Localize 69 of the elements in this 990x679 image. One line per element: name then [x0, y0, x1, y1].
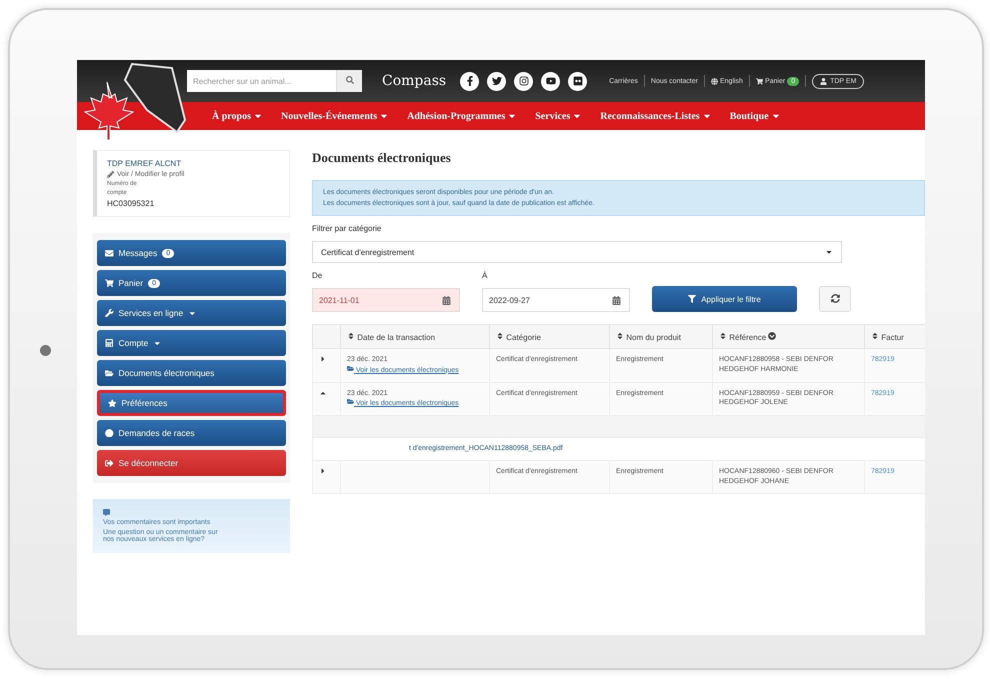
menu-item[interactable]: Compte [97, 330, 286, 356]
menu-label: Messages [118, 248, 158, 258]
column-header[interactable]: Date de la transaction [340, 324, 490, 348]
social-icon[interactable] [514, 72, 534, 90]
column-header[interactable]: Nom du produit [610, 324, 712, 348]
menu-label: Compte [118, 338, 148, 348]
search-icon [346, 76, 354, 84]
caret-icon [825, 248, 833, 256]
wrench-icon [105, 308, 114, 318]
caret-icon [319, 355, 327, 363]
refresh-button[interactable] [819, 286, 851, 312]
apply-filter-button[interactable]: Appliquer le filtre [652, 286, 797, 312]
search-button[interactable] [336, 70, 362, 92]
to-label: À [482, 271, 488, 280]
nav-label: Boutique [730, 110, 769, 122]
logout-icon [105, 458, 114, 468]
folder-icon [105, 368, 114, 378]
menu-item[interactable]: Documents électroniques [97, 360, 286, 386]
nav-label: À propos [212, 110, 251, 122]
folder-icon [347, 364, 354, 372]
menu-label: Documents électroniques [118, 368, 214, 378]
social-icon[interactable] [541, 72, 560, 90]
comment-icon [103, 509, 110, 516]
calculator-icon [105, 338, 114, 348]
social-icon[interactable] [568, 72, 588, 90]
filter-label: Filtrer par catégorie [312, 224, 382, 233]
column-header[interactable]: Factur [864, 324, 925, 348]
nav-item[interactable]: Boutique [730, 110, 781, 122]
envelope-icon [105, 248, 114, 258]
menu-label: Panier [118, 278, 144, 288]
from-label: De [312, 271, 324, 280]
menu-label: Préférences [122, 398, 168, 408]
refresh-icon [830, 294, 840, 302]
dot-icon [105, 428, 114, 438]
sort-icon [347, 332, 355, 340]
nav-label: Services [535, 110, 570, 122]
menu-label: Se déconnecter [118, 458, 178, 468]
menu-item[interactable]: Services en ligne [97, 300, 286, 326]
column-header[interactable]: Catégorie [490, 324, 610, 348]
menu-label: Demandes de races [118, 428, 195, 438]
cart-icon [756, 78, 763, 84]
caret-icon [319, 466, 327, 475]
nav-item[interactable]: Services [535, 110, 582, 122]
logo[interactable]: Compass [382, 73, 446, 89]
sort-icon [871, 332, 879, 340]
social-icon[interactable] [487, 72, 506, 90]
user-icon [820, 78, 828, 84]
column-header[interactable]: Référence [712, 324, 864, 348]
globe-icon [710, 78, 718, 84]
sort-icon [496, 332, 504, 340]
social-icon[interactable] [460, 72, 480, 90]
menu-label: Services en ligne [118, 308, 184, 318]
sort-icon [616, 332, 624, 340]
chevron-icon[interactable] [768, 332, 776, 340]
cart-icon [105, 278, 114, 288]
menu-item[interactable]: Se déconnecter [97, 450, 286, 476]
page-title: Documents électroniques [312, 150, 452, 166]
pencil-icon [107, 171, 114, 178]
menu-item[interactable]: Demandes de races [97, 420, 286, 446]
sort-icon [719, 332, 727, 340]
profile-name: TDP EMREF ALCNT [107, 159, 182, 168]
folder-icon [347, 398, 354, 406]
nav-item[interactable]: À propos [212, 110, 263, 122]
menu-item[interactable]: Préférences [97, 390, 286, 416]
search-field[interactable]: Rechercher sur un animal... [187, 70, 362, 92]
category-select[interactable]: Certificat d'enregistrement [312, 241, 842, 263]
filter-icon [688, 295, 696, 303]
account-number: HC03095321 [107, 199, 156, 208]
star-icon [108, 398, 116, 408]
